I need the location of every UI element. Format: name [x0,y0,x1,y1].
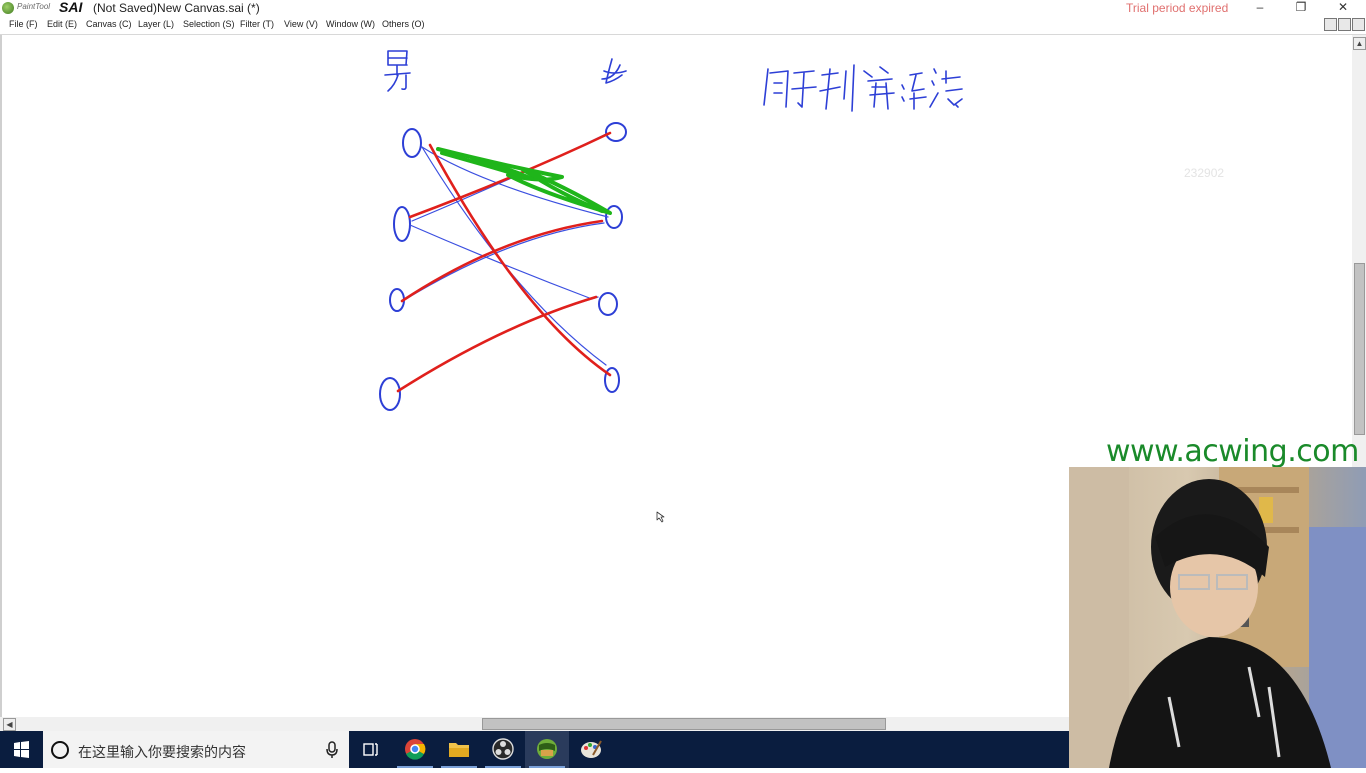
scroll-up-icon[interactable]: ▲ [1353,37,1366,50]
left-node-4 [379,377,401,411]
windows-start-button[interactable] [0,731,42,768]
mdi-minimize-button[interactable] [1324,18,1337,31]
menu-selection[interactable]: Selection (S) [183,19,235,29]
title-handwriting [763,64,963,112]
scroll-left-icon[interactable]: ◀ [3,718,16,731]
file-explorer-icon [449,743,469,757]
menu-window[interactable]: Window (W) [326,19,375,29]
close-button[interactable]: ✕ [1328,0,1358,16]
chrome-taskbar-button[interactable] [393,731,437,768]
right-nodes [598,122,627,393]
label-male-handwriting [384,50,411,92]
task-view-icon [363,743,378,756]
mdi-close-button[interactable] [1352,18,1365,31]
menu-others[interactable]: Others (O) [382,19,425,29]
menu-canvas[interactable]: Canvas (C) [86,19,132,29]
menu-layer[interactable]: Layer (L) [138,19,174,29]
windows-start-icon [14,741,29,758]
menu-edit[interactable]: Edit (E) [47,19,77,29]
left-node-1 [402,128,422,158]
app-logo-brand: SAI [59,0,83,15]
webcam-overlay [1069,467,1366,768]
horizontal-scroll-thumb[interactable] [482,718,886,730]
right-node-1 [605,122,627,142]
label-female-handwriting [601,58,627,84]
chrome-icon [405,739,426,760]
minimize-button[interactable]: – [1245,0,1275,16]
trial-notice: Trial period expired [1126,1,1229,15]
mdi-restore-button[interactable] [1338,18,1351,31]
right-node-3 [598,292,618,316]
painter-palette-icon [581,740,602,758]
task-view-button[interactable] [349,731,393,768]
search-placeholder: 在这里输入你要搜索的内容 [78,744,246,760]
acwing-watermark: www.acwing.com [1106,434,1359,469]
cortana-icon [51,741,69,759]
webcam-illustration [1069,467,1366,768]
taskbar-search-box[interactable]: 在这里输入你要搜索的内容 [43,731,349,768]
left-node-2 [393,206,411,242]
obs-taskbar-button[interactable] [481,731,525,768]
sai-logo-icon [2,2,14,14]
app-logo-text: PaintTool [17,2,51,11]
painter-taskbar-button[interactable] [569,731,613,768]
windows-taskbar: 在这里输入你要搜索的内容 [0,731,1069,768]
app-logo: PaintTool SAI [2,0,86,15]
horizontal-scrollbar[interactable]: ◀ [0,717,1069,731]
faint-number: 232902 [1184,166,1225,180]
menu-bar: File (F) Edit (E) Canvas (C) Layer (L) S… [0,16,1366,35]
sai-taskbar-button[interactable] [525,731,569,768]
obs-icon [492,738,514,760]
file-explorer-taskbar-button[interactable] [437,731,481,768]
mouse-cursor-icon [656,511,665,523]
menu-view[interactable]: View (V) [284,19,318,29]
window-title: (Not Saved)New Canvas.sai (*) [93,1,260,15]
microphone-icon[interactable] [324,741,340,759]
title-bar: PaintTool SAI (Not Saved)New Canvas.sai … [0,0,1366,16]
maximize-button[interactable]: ❐ [1286,0,1316,16]
left-nodes [379,128,422,411]
vertical-scroll-thumb[interactable] [1354,263,1365,435]
menu-file[interactable]: File (F) [9,19,38,29]
paint-tool-sai-icon [537,739,557,759]
menu-filter[interactable]: Filter (T) [240,19,274,29]
